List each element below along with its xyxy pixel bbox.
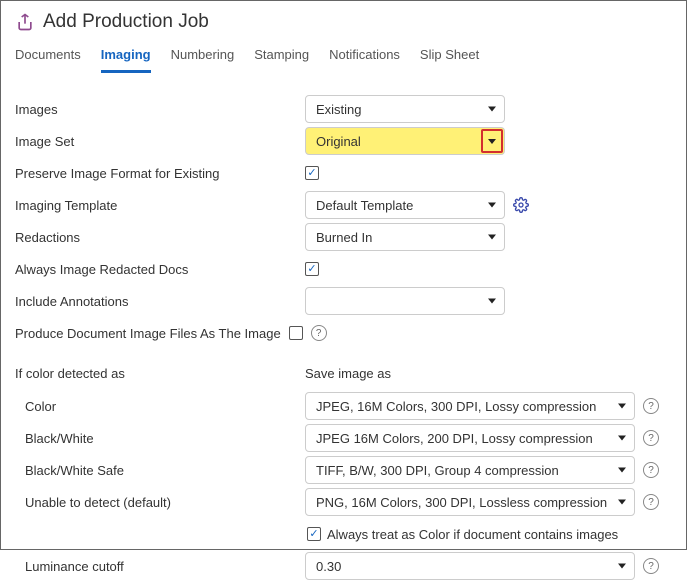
redactions-select[interactable]: Burned In [305, 223, 505, 251]
bw-safe-value: TIFF, B/W, 300 DPI, Group 4 compression [316, 463, 559, 478]
caret-icon [488, 107, 496, 112]
caret-icon [618, 500, 626, 505]
images-value: Existing [316, 102, 362, 117]
caret-icon [618, 468, 626, 473]
image-set-caret-highlight[interactable] [481, 129, 503, 153]
luminance-value: 0.30 [316, 559, 341, 574]
color-value: JPEG, 16M Colors, 300 DPI, Lossy compres… [316, 399, 596, 414]
luminance-select[interactable]: 0.30 [305, 552, 635, 580]
tab-imaging[interactable]: Imaging [101, 43, 151, 73]
color-select[interactable]: JPEG, 16M Colors, 300 DPI, Lossy compres… [305, 392, 635, 420]
preserve-format-label: Preserve Image Format for Existing [15, 166, 305, 181]
preserve-format-checkbox[interactable] [305, 166, 319, 180]
redactions-value: Burned In [316, 230, 372, 245]
save-image-as-header: Save image as [305, 366, 391, 381]
tab-notifications[interactable]: Notifications [329, 43, 400, 73]
share-icon [15, 12, 35, 32]
imaging-template-label: Imaging Template [15, 198, 305, 213]
caret-icon [488, 203, 496, 208]
always-treat-color-label: Always treat as Color if document contai… [327, 527, 618, 542]
caret-icon [488, 235, 496, 240]
redactions-label: Redactions [15, 230, 305, 245]
bw-select[interactable]: JPEG 16M Colors, 200 DPI, Lossy compress… [305, 424, 635, 452]
help-icon[interactable]: ? [311, 325, 327, 341]
help-icon[interactable]: ? [643, 462, 659, 478]
bw-value: JPEG 16M Colors, 200 DPI, Lossy compress… [316, 431, 593, 446]
imaging-template-value: Default Template [316, 198, 413, 213]
tab-slip-sheet[interactable]: Slip Sheet [420, 43, 479, 73]
unable-value: PNG, 16M Colors, 300 DPI, Lossless compr… [316, 495, 607, 510]
color-detected-header: If color detected as [15, 366, 305, 381]
image-set-label: Image Set [15, 134, 305, 149]
tab-numbering[interactable]: Numbering [171, 43, 235, 73]
caret-icon [488, 299, 496, 304]
images-select[interactable]: Existing [305, 95, 505, 123]
caret-icon [488, 139, 496, 144]
caret-icon [618, 564, 626, 569]
color-label: Color [15, 399, 305, 414]
page-title: Add Production Job [43, 11, 209, 33]
image-set-select[interactable]: Original [305, 127, 505, 155]
bw-safe-label: Black/White Safe [15, 463, 305, 478]
include-annotations-select[interactable] [305, 287, 505, 315]
always-redacted-checkbox[interactable] [305, 262, 319, 276]
produce-doc-image-label: Produce Document Image Files As The Imag… [15, 326, 281, 341]
help-icon[interactable]: ? [643, 430, 659, 446]
luminance-label: Luminance cutoff [15, 559, 305, 574]
bw-label: Black/White [15, 431, 305, 446]
gear-icon[interactable] [513, 197, 529, 213]
always-treat-color-checkbox[interactable] [307, 527, 321, 541]
caret-icon [618, 404, 626, 409]
help-icon[interactable]: ? [643, 398, 659, 414]
produce-doc-image-checkbox[interactable] [289, 326, 303, 340]
image-set-value: Original [316, 134, 361, 149]
unable-select[interactable]: PNG, 16M Colors, 300 DPI, Lossless compr… [305, 488, 635, 516]
unable-label: Unable to detect (default) [15, 495, 305, 510]
caret-icon [618, 436, 626, 441]
page-header: Add Production Job [15, 11, 672, 33]
tab-stamping[interactable]: Stamping [254, 43, 309, 73]
include-annotations-label: Include Annotations [15, 294, 305, 309]
images-label: Images [15, 102, 305, 117]
tab-documents[interactable]: Documents [15, 43, 81, 73]
always-redacted-label: Always Image Redacted Docs [15, 262, 305, 277]
help-icon[interactable]: ? [643, 494, 659, 510]
imaging-template-select[interactable]: Default Template [305, 191, 505, 219]
bw-safe-select[interactable]: TIFF, B/W, 300 DPI, Group 4 compression [305, 456, 635, 484]
tab-bar: Documents Imaging Numbering Stamping Not… [15, 43, 672, 74]
help-icon[interactable]: ? [643, 558, 659, 574]
